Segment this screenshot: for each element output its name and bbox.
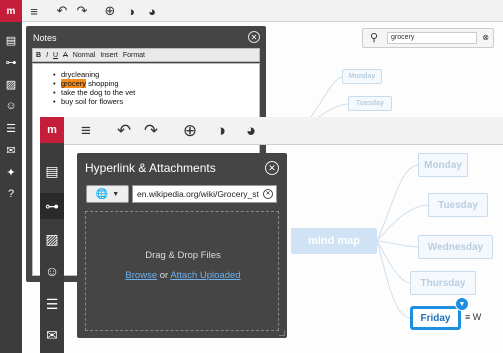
menu-icon[interactable]: ≡ (26, 3, 42, 19)
node-friday-selected[interactable]: Friday (410, 306, 461, 330)
search-input[interactable]: grocery (387, 32, 477, 44)
node-monday[interactable]: Monday (418, 153, 468, 177)
resize-handle[interactable] (279, 330, 285, 336)
list-item: grocery shopping (41, 79, 251, 88)
help-icon[interactable]: ? (3, 186, 19, 202)
connect-icon[interactable]: ◑ (211, 121, 231, 141)
link-icon[interactable]: ⊶ (43, 197, 61, 215)
list-item: buy soil for flowers (41, 97, 251, 106)
notes-toolbar: B I U A Normal Insert Format (32, 48, 260, 62)
toolbar-front: ≡ ↶ ↷ ⊕ ◑ ◕ (64, 117, 503, 145)
palette-icon[interactable]: ◕ (144, 3, 160, 19)
node-monday-back[interactable]: Monday (342, 69, 382, 84)
connector-monday (376, 164, 419, 242)
link-icon[interactable]: ⊶ (3, 54, 19, 70)
style-select[interactable]: Normal (73, 52, 96, 59)
central-node[interactable]: mind map (291, 228, 377, 254)
panel-title: Hyperlink & Attachments (85, 161, 216, 175)
notes-icon[interactable]: ▤ (3, 32, 19, 48)
image-icon[interactable]: ▨ (43, 230, 61, 248)
node-tuesday-back[interactable]: Tuesday (348, 96, 392, 111)
drop-title: Drag & Drop Files (145, 250, 221, 261)
url-input[interactable]: en.wikipedia.org/wiki/Grocery_st ✕ (132, 185, 277, 203)
list-item: drycleaning (41, 70, 251, 79)
comment-icon[interactable]: ✉ (43, 326, 61, 344)
search-box: ⚲ grocery ⊗ (362, 28, 494, 48)
redo-icon[interactable]: ↷ (74, 3, 90, 19)
chevron-down-icon: ▼ (112, 190, 120, 198)
list-item: take the dog to the vet (41, 88, 251, 97)
underline-button[interactable]: U (53, 52, 58, 59)
comment-icon[interactable]: ✉ (3, 142, 19, 158)
format-menu[interactable]: Format (123, 52, 145, 59)
smiley-icon[interactable]: ☺ (43, 262, 61, 280)
insert-menu[interactable]: Insert (100, 52, 118, 59)
close-icon[interactable]: ✕ (248, 31, 260, 43)
bold-button[interactable]: B (36, 52, 41, 59)
add-icon[interactable]: ⊕ (102, 3, 118, 19)
search-close-icon[interactable]: ⊗ (482, 33, 489, 42)
undo-icon[interactable]: ↶ (54, 3, 70, 19)
redo-icon[interactable]: ↷ (141, 121, 161, 141)
image-icon[interactable]: ▨ (3, 76, 19, 92)
node-wednesday[interactable]: Wednesday (418, 235, 493, 259)
bulb-icon[interactable]: ✦ (3, 164, 19, 180)
app-logo-large[interactable]: m (40, 117, 64, 143)
smiley-icon[interactable]: ☺ (3, 98, 19, 114)
clear-icon[interactable]: ✕ (263, 189, 273, 199)
hyperlink-panel: Hyperlink & Attachments ✕ 🌐 ▼ en.wikiped… (77, 153, 287, 338)
browse-link[interactable]: Browse (125, 270, 157, 281)
sidebar-back: ▤ ⊶ ▨ ☺ ☰ ✉ ✦ ? (0, 0, 22, 353)
or-text: or (157, 270, 171, 281)
node-indicators: ≡ W (465, 312, 482, 322)
search-icon[interactable]: ⚲ (370, 31, 378, 44)
connector-wednesday (376, 240, 419, 248)
app-logo[interactable]: m (0, 0, 22, 22)
toolbar-back: ≡ ↶ ↷ ⊕ ◑ ◕ (22, 0, 503, 22)
undo-icon[interactable]: ↶ (114, 121, 134, 141)
close-icon[interactable]: ✕ (265, 161, 279, 175)
globe-icon: 🌐 (95, 188, 109, 200)
node-thursday[interactable]: Thursday (410, 271, 476, 295)
strike-button[interactable]: A (63, 52, 68, 59)
node-options-icon[interactable]: ▼ (455, 297, 469, 311)
connect-icon[interactable]: ◑ (123, 3, 139, 19)
task-icon[interactable]: ☰ (3, 120, 19, 136)
drop-links: Browse or Attach Uploaded (86, 270, 280, 281)
connector-thursday (376, 240, 411, 284)
file-drop-zone[interactable]: Drag & Drop Files Browse or Attach Uploa… (85, 211, 279, 331)
italic-button[interactable]: I (46, 52, 48, 59)
node-tuesday[interactable]: Tuesday (428, 193, 488, 217)
notes-title: Notes (33, 33, 57, 43)
connector-friday (376, 240, 411, 319)
notes-icon[interactable]: ▤ (43, 162, 61, 180)
add-icon[interactable]: ⊕ (180, 121, 200, 141)
palette-icon[interactable]: ◕ (241, 121, 261, 141)
attach-uploaded-link[interactable]: Attach Uploaded (170, 270, 240, 281)
menu-icon[interactable]: ≡ (76, 121, 96, 141)
link-type-dropdown[interactable]: 🌐 ▼ (86, 185, 129, 203)
task-icon[interactable]: ☰ (43, 295, 61, 313)
